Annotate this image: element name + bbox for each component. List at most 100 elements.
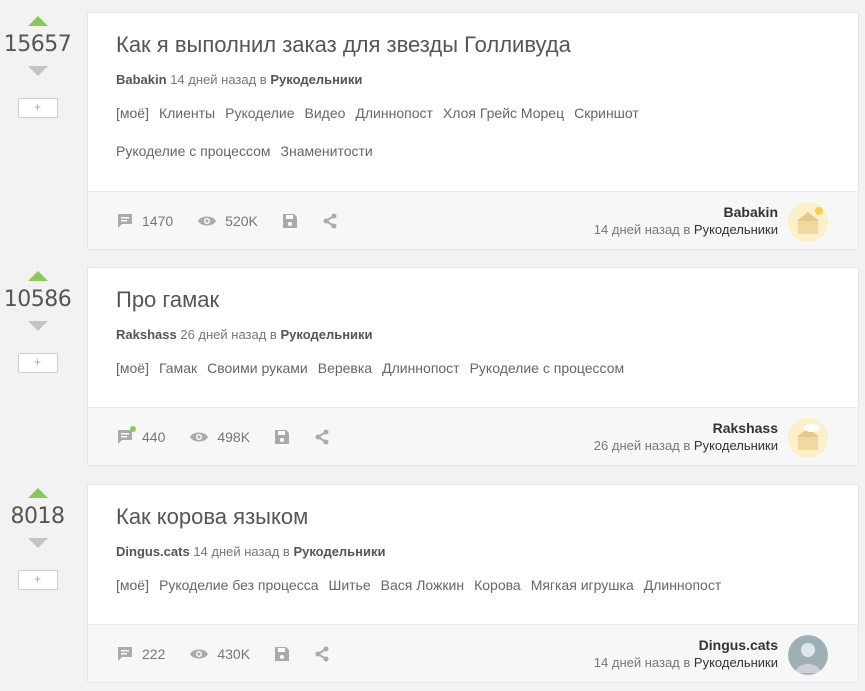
community-link[interactable]: Рукодельники — [694, 438, 778, 453]
comment-icon — [118, 647, 132, 661]
post-time: 26 дней назад в — [593, 438, 691, 453]
story-meta: Rakshass 26 дней назад в Рукодельники — [116, 326, 858, 344]
avatar[interactable] — [788, 635, 828, 675]
post-time: 14 дней назад в — [193, 544, 290, 559]
share-button[interactable] — [314, 429, 330, 445]
rating-count: 15657 — [3, 32, 72, 57]
tag-list: [моё] Клиенты Рукоделие Видео Длиннопост Хлоя… — [116, 103, 858, 179]
story-footer: 1470 520K Babakin 14 дней назад в Рукоде… — [88, 191, 858, 249]
author-block: Dingus.cats 14 дней назад в Рукодельники — [594, 637, 778, 671]
share-button[interactable] — [314, 646, 330, 662]
tag[interactable]: Мягкая игрушка — [531, 575, 634, 595]
tag[interactable]: Клиенты — [159, 103, 215, 123]
story-title[interactable]: Как я выполнил заказ для звезды Голливуд… — [116, 31, 858, 59]
vote-column: 10586 + — [0, 267, 75, 373]
vote-column: 15657 + — [0, 12, 75, 118]
views-stat: 498K — [189, 429, 250, 445]
tag[interactable]: Хлоя Грейс Морец — [443, 103, 564, 123]
tag[interactable]: [моё] — [116, 358, 149, 378]
story-title[interactable]: Про гамак — [116, 286, 858, 314]
author-link[interactable]: Babakin — [116, 72, 167, 87]
tag[interactable]: Рукоделие с процессом — [470, 358, 625, 378]
post-time: 14 дней назад в — [593, 655, 691, 670]
save-icon — [275, 430, 290, 444]
views-stat: 430K — [189, 646, 250, 662]
tag[interactable]: Длиннопост — [644, 575, 722, 595]
author-name[interactable]: Babakin — [594, 204, 778, 221]
vote-column: 8018 + — [0, 484, 75, 590]
tag[interactable]: Веревка — [318, 358, 372, 378]
tag[interactable]: [моё] — [116, 103, 149, 123]
tag[interactable]: Вася Ложкин — [381, 575, 464, 595]
story-card: Как я выполнил заказ для звезды Голливуд… — [87, 12, 859, 250]
share-button[interactable] — [322, 213, 338, 229]
downvote-icon[interactable] — [27, 66, 48, 76]
view-count: 520K — [225, 213, 258, 229]
rating-count: 8018 — [10, 504, 66, 529]
comment-count: 222 — [142, 646, 166, 662]
view-count: 430K — [217, 646, 251, 662]
comments-link[interactable]: 1470 — [116, 212, 173, 230]
save-button[interactable] — [282, 213, 298, 229]
story-footer: 440 498K Rakshass 26 дней назад в Рукоде… — [88, 407, 858, 465]
rating-count: 10586 — [3, 287, 72, 312]
story-card: Как корова языком Dingus.cats 14 дней на… — [87, 484, 859, 683]
eye-icon — [198, 216, 217, 226]
tag[interactable]: Своими руками — [207, 358, 308, 378]
upvote-icon[interactable] — [27, 488, 48, 498]
tag[interactable]: Знаменитости — [281, 141, 373, 161]
comments-link[interactable]: 222 — [116, 645, 165, 663]
author-link[interactable]: Rakshass — [116, 327, 177, 342]
author-name[interactable]: Rakshass — [594, 420, 778, 437]
eye-icon — [190, 649, 209, 659]
community-link[interactable]: Рукодельники — [270, 72, 362, 87]
downvote-icon[interactable] — [27, 321, 48, 331]
comment-count: 1470 — [142, 213, 174, 229]
downvote-icon[interactable] — [27, 538, 48, 548]
author-block: Rakshass 26 дней назад в Рукодельники — [594, 420, 778, 454]
tag[interactable]: Рукоделие без процесса — [159, 575, 319, 595]
story-meta: Dingus.cats 14 дней назад в Рукодельники — [116, 543, 858, 561]
story-card: Про гамак Rakshass 26 дней назад в Рукод… — [87, 267, 859, 466]
tag[interactable]: Видео — [305, 103, 346, 123]
author-link[interactable]: Dingus.cats — [116, 544, 190, 559]
tag[interactable]: Скриншот — [574, 103, 639, 123]
story-footer: 222 430K Dingus.cats 14 дней назад в Рук… — [88, 624, 858, 682]
view-count: 498K — [217, 429, 251, 445]
community-link[interactable]: Рукодельники — [280, 327, 372, 342]
tag[interactable]: Корова — [474, 575, 521, 595]
tag[interactable]: Шитье — [328, 575, 370, 595]
share-icon — [315, 646, 329, 662]
author-block: Babakin 14 дней назад в Рукодельники — [594, 204, 778, 238]
tag[interactable]: Рукоделие — [225, 103, 294, 123]
community-link[interactable]: Рукодельники — [293, 544, 385, 559]
save-story-button[interactable]: + — [17, 98, 58, 118]
post-time: 14 дней назад в — [170, 72, 267, 87]
save-icon — [282, 214, 297, 228]
eye-icon — [190, 432, 209, 442]
share-icon — [323, 213, 337, 229]
avatar[interactable] — [788, 418, 828, 458]
views-stat: 520K — [197, 213, 258, 229]
tag[interactable]: Гамак — [159, 358, 197, 378]
author-name[interactable]: Dingus.cats — [594, 637, 778, 654]
upvote-icon[interactable] — [27, 271, 48, 281]
comment-count: 440 — [142, 429, 166, 445]
tag[interactable]: Рукоделие с процессом — [116, 141, 271, 161]
story-title[interactable]: Как корова языком — [116, 503, 858, 531]
save-button[interactable] — [274, 429, 290, 445]
share-icon — [315, 429, 329, 445]
tag[interactable]: Длиннопост — [355, 103, 433, 123]
save-button[interactable] — [274, 646, 290, 662]
tag[interactable]: Длиннопост — [382, 358, 460, 378]
story-meta: Babakin 14 дней назад в Рукодельники — [116, 71, 858, 89]
unread-indicator — [130, 426, 136, 432]
upvote-icon[interactable] — [27, 16, 48, 26]
community-link[interactable]: Рукодельники — [694, 222, 778, 237]
community-link[interactable]: Рукодельники — [694, 655, 778, 670]
avatar[interactable] — [788, 202, 828, 242]
save-story-button[interactable]: + — [17, 570, 58, 590]
save-story-button[interactable]: + — [17, 353, 58, 373]
comments-link[interactable]: 440 — [116, 426, 166, 446]
tag[interactable]: [моё] — [116, 575, 149, 595]
